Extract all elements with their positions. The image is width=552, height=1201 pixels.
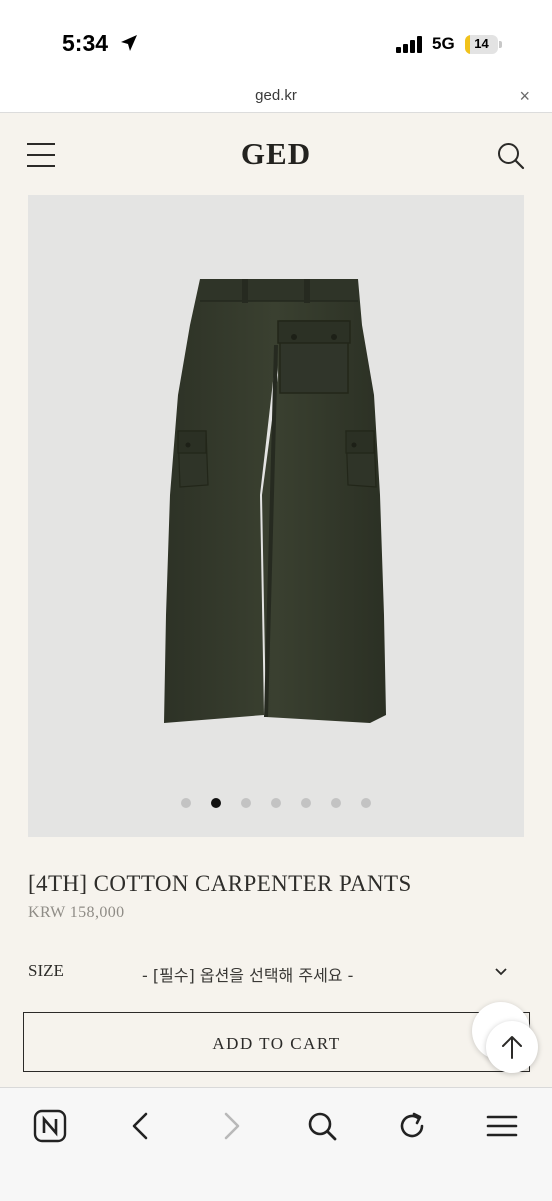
carousel-dot[interactable] bbox=[181, 798, 191, 808]
size-label: SIZE bbox=[28, 961, 64, 980]
browser-toolbar bbox=[0, 1087, 552, 1201]
carousel-dot[interactable] bbox=[271, 798, 281, 808]
add-to-cart-label: ADD TO CART bbox=[212, 1034, 341, 1053]
battery-icon: 14 bbox=[465, 35, 498, 54]
network-type: 5G bbox=[432, 34, 455, 53]
product-title: [4TH] COTTON CARPENTER PANTS bbox=[28, 871, 412, 896]
size-select-value[interactable]: - [필수] 옵션을 선택해 주세요 - bbox=[142, 962, 353, 986]
status-bar: 5:34 5G 14 bbox=[0, 0, 552, 84]
cellular-signal-icon bbox=[396, 36, 422, 53]
status-time: 5:34 bbox=[62, 30, 109, 56]
arrow-up-icon bbox=[502, 1036, 522, 1059]
back-arrow-icon[interactable] bbox=[120, 1106, 160, 1146]
product-price: KRW 158,000 bbox=[28, 904, 125, 921]
product-photo-pants bbox=[164, 279, 386, 723]
add-to-cart-button[interactable]: ADD TO CART bbox=[23, 1012, 530, 1072]
chevron-down-icon[interactable] bbox=[494, 967, 508, 977]
url-text[interactable]: ged.kr bbox=[0, 87, 552, 104]
carousel-dot[interactable] bbox=[301, 798, 311, 808]
battery-level: 14 bbox=[474, 36, 489, 51]
naver-icon[interactable] bbox=[30, 1106, 70, 1146]
size-select[interactable]: - [필수] 옵션을 선택해 주세요 - bbox=[130, 962, 520, 986]
search-icon[interactable] bbox=[302, 1106, 342, 1146]
carousel-dot[interactable] bbox=[331, 798, 341, 808]
address-bar[interactable]: ged.kr × bbox=[0, 84, 552, 113]
reload-icon[interactable] bbox=[392, 1106, 432, 1146]
scroll-to-top-button[interactable] bbox=[486, 1021, 538, 1073]
carousel-dot[interactable] bbox=[241, 798, 251, 808]
carousel-dot[interactable] bbox=[211, 798, 221, 808]
battery-cap bbox=[499, 41, 502, 48]
product-image-gallery[interactable] bbox=[28, 195, 524, 837]
location-arrow-icon bbox=[121, 35, 137, 51]
search-icon[interactable] bbox=[496, 141, 526, 171]
menu-icon[interactable] bbox=[482, 1106, 522, 1146]
close-icon[interactable]: × bbox=[519, 86, 530, 107]
carousel-indicators[interactable] bbox=[28, 798, 524, 808]
carousel-dot[interactable] bbox=[361, 798, 371, 808]
forward-arrow-icon[interactable] bbox=[212, 1106, 252, 1146]
site-logo[interactable]: GED bbox=[0, 136, 552, 172]
